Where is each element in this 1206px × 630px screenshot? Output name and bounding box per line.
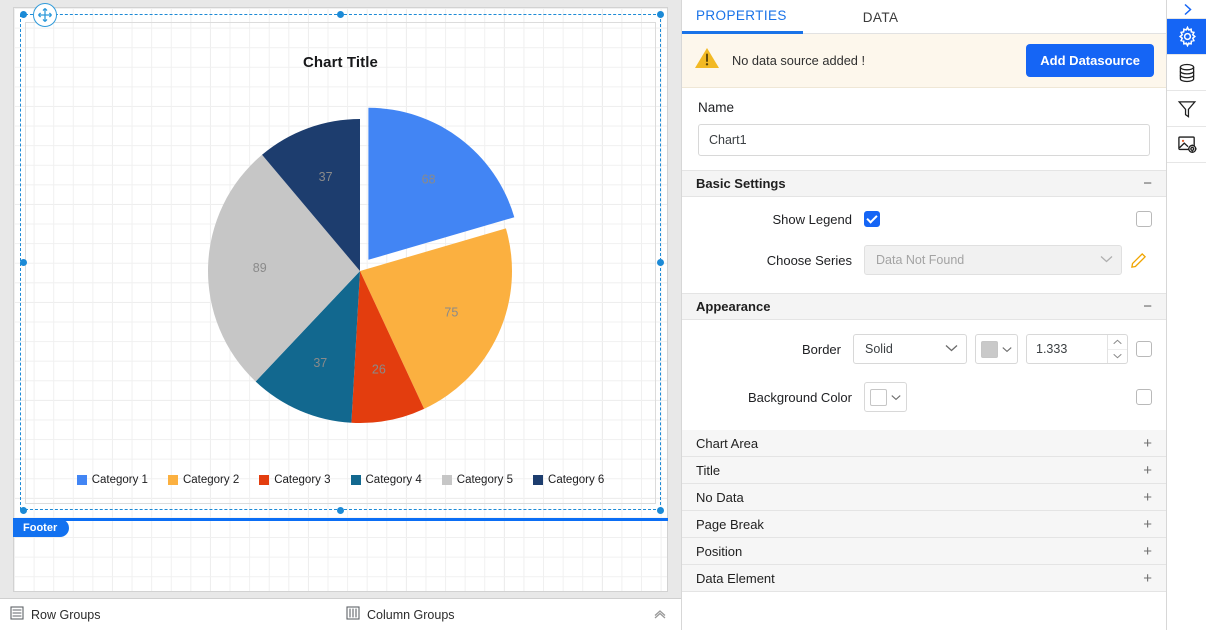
collapsed-section-toggle[interactable]: +	[1143, 462, 1152, 479]
tab-data[interactable]: DATA	[849, 0, 915, 34]
resize-handle-top-center[interactable]	[337, 11, 344, 18]
section-appearance-body: Border Solid 1.333 Background Color	[682, 320, 1166, 430]
rail-database-icon[interactable]	[1167, 55, 1206, 91]
background-color-label: Background Color	[747, 389, 852, 405]
right-icon-rail	[1166, 0, 1206, 630]
collapsed-section-toggle[interactable]: +	[1143, 570, 1152, 587]
resize-handle-bottom-right[interactable]	[657, 507, 664, 514]
row-border: Border Solid 1.333	[696, 334, 1152, 364]
warning-text: No data source added !	[732, 53, 866, 68]
chevron-down-icon	[945, 344, 958, 355]
row-background-color: Background Color	[696, 382, 1152, 412]
border-style-value: Solid	[865, 342, 893, 356]
report-designer-app: Chart Title 68 75 26 37 89 37 Category 1 Categ…	[0, 0, 1206, 630]
move-cross-icon[interactable]	[33, 3, 57, 27]
chevron-down-icon	[1002, 340, 1012, 358]
row-groups-label: Row Groups	[31, 607, 101, 622]
resize-handle-middle-left[interactable]	[20, 259, 27, 266]
section-basic-settings-toggle[interactable]: −	[1143, 175, 1152, 192]
resize-handle-bottom-left[interactable]	[20, 507, 27, 514]
collapsed-section-label: Data Element	[696, 570, 775, 586]
collapsed-section-toggle[interactable]: +	[1143, 543, 1152, 560]
section-basic-settings-title: Basic Settings	[696, 176, 786, 191]
rail-gear-icon[interactable]	[1167, 19, 1206, 55]
section-basic-settings-body: Show Legend Choose Series Data Not Found	[682, 197, 1166, 293]
design-canvas-pane: Chart Title 68 75 26 37 89 37 Category 1 Categ…	[0, 0, 681, 630]
warning-triangle-icon	[694, 46, 720, 75]
resize-handle-middle-right[interactable]	[657, 259, 664, 266]
resize-handle-bottom-center[interactable]	[337, 507, 344, 514]
border-style-select[interactable]: Solid	[853, 334, 967, 364]
choose-series-value: Data Not Found	[876, 253, 965, 267]
name-field-block: Name	[682, 88, 1166, 170]
name-label: Name	[698, 100, 735, 115]
resize-handle-top-left[interactable]	[20, 11, 27, 18]
border-width-increment[interactable]	[1108, 335, 1127, 350]
collapsed-section-no-data[interactable]: No Data +	[682, 484, 1166, 511]
footer-band-tab[interactable]: Footer	[13, 519, 70, 537]
collapsed-section-label: No Data	[696, 489, 744, 505]
rail-filter-icon[interactable]	[1167, 91, 1206, 127]
body-band-divider	[13, 518, 668, 521]
rail-chevron-right-icon[interactable]	[1167, 0, 1206, 19]
collapsed-section-label: Page Break	[696, 516, 764, 532]
chart-bounding-box	[25, 22, 656, 504]
tab-properties[interactable]: PROPERTIES	[682, 0, 803, 34]
groups-bar: Row Groups Column Groups	[0, 598, 681, 630]
border-expression-checkbox[interactable]	[1136, 341, 1152, 357]
no-datasource-warning: No data source added ! Add Datasource	[682, 34, 1166, 88]
row-groups-button[interactable]: Row Groups	[10, 606, 100, 623]
collapsed-section-toggle[interactable]: +	[1143, 516, 1152, 533]
border-label: Border	[801, 341, 841, 357]
chevron-down-icon	[891, 388, 901, 406]
border-color-picker[interactable]	[975, 334, 1018, 364]
border-width-decrement[interactable]	[1108, 350, 1127, 364]
background-color-expression-checkbox[interactable]	[1136, 389, 1152, 405]
rail-image-settings-icon[interactable]	[1167, 127, 1206, 163]
add-datasource-button[interactable]: Add Datasource	[1026, 44, 1154, 77]
collapsed-section-position[interactable]: Position +	[682, 538, 1166, 565]
collapsed-section-label: Title	[696, 462, 721, 478]
collapsed-section-chart-area[interactable]: Chart Area +	[682, 430, 1166, 457]
column-groups-label: Column Groups	[367, 607, 455, 622]
row-groups-icon	[10, 606, 24, 623]
section-appearance-toggle[interactable]: −	[1143, 298, 1152, 315]
show-legend-checkbox[interactable]	[864, 211, 880, 227]
section-appearance-header[interactable]: Appearance −	[682, 293, 1166, 320]
choose-series-edit-icon[interactable]	[1130, 252, 1147, 269]
column-groups-icon	[346, 606, 360, 623]
choose-series-label: Choose Series	[766, 252, 852, 268]
show-legend-expression-checkbox[interactable]	[1136, 211, 1152, 227]
section-basic-settings-header[interactable]: Basic Settings −	[682, 170, 1166, 197]
name-input[interactable]	[698, 124, 1150, 156]
show-legend-label: Show Legend	[772, 211, 852, 227]
border-width-value: 1.333	[1036, 342, 1068, 356]
properties-panel: PROPERTIES DATA No data source added ! A…	[681, 0, 1166, 630]
collapsed-section-page-break[interactable]: Page Break +	[682, 511, 1166, 538]
row-choose-series: Choose Series Data Not Found	[696, 245, 1152, 275]
collapsed-section-title[interactable]: Title +	[682, 457, 1166, 484]
section-appearance-title: Appearance	[696, 299, 771, 314]
canvas-scroll-area[interactable]: Chart Title 68 75 26 37 89 37 Category 1 Categ…	[0, 0, 681, 598]
panel-tabs: PROPERTIES DATA	[682, 0, 1166, 34]
collapsed-section-label: Chart Area	[696, 435, 759, 451]
collapsed-section-toggle[interactable]: +	[1143, 489, 1152, 506]
resize-handle-top-right[interactable]	[657, 11, 664, 18]
choose-series-select[interactable]: Data Not Found	[864, 245, 1122, 275]
chevron-up-icon[interactable]	[653, 607, 667, 622]
row-show-legend: Show Legend	[696, 211, 1152, 227]
background-color-picker[interactable]	[864, 382, 907, 412]
border-width-spinner[interactable]: 1.333	[1026, 334, 1128, 364]
collapsed-sections-list: Chart Area + Title + No Data + Page Break + Posi…	[682, 430, 1166, 630]
collapsed-section-label: Position	[696, 543, 743, 559]
collapsed-section-data-element[interactable]: Data Element +	[682, 565, 1166, 592]
background-color-swatch	[870, 388, 887, 406]
collapsed-section-toggle[interactable]: +	[1143, 435, 1152, 452]
border-color-swatch	[981, 340, 998, 358]
chevron-down-icon	[1100, 255, 1113, 266]
column-groups-button[interactable]: Column Groups	[346, 606, 455, 623]
